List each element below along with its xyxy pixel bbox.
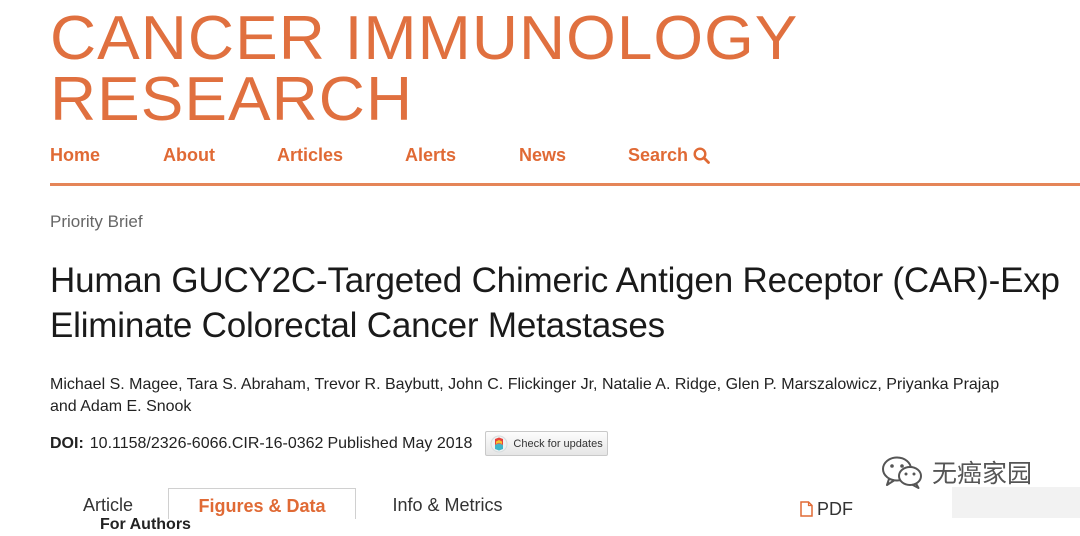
search-icon [693, 146, 710, 164]
published-date: Published May 2018 [327, 434, 473, 452]
article-title-line-2: Eliminate Colorectal Cancer Metastases [50, 306, 665, 345]
journal-logo[interactable]: CANCER IMMUNOLOGY RESEARCH [50, 4, 799, 134]
nav-search[interactable]: Search [628, 145, 710, 166]
logo-line-2: RESEARCH [50, 65, 414, 134]
doi-label: DOI: [50, 434, 84, 452]
author-list: Michael S. Magee, Tara S. Abraham, Trevo… [50, 374, 999, 418]
check-for-updates-button[interactable]: Check for updates [485, 431, 608, 456]
corner-overlay [952, 487, 1080, 518]
nav-search-label: Search [628, 144, 689, 165]
nav-articles[interactable]: Articles [277, 145, 405, 166]
watermark-text: 无癌家园 [932, 460, 1033, 488]
nav-alerts[interactable]: Alerts [405, 145, 519, 166]
article-tabs: Article Figures & Data Info & Metrics PD… [50, 488, 1080, 519]
watermark: 无癌家园 [880, 454, 1032, 490]
article-type: Priority Brief [50, 212, 143, 231]
wechat-icon [880, 454, 924, 490]
nav-news[interactable]: News [519, 145, 628, 166]
nav-home[interactable]: Home [50, 145, 163, 166]
crossmark-icon [490, 435, 508, 453]
tab-pdf[interactable]: PDF [800, 488, 860, 524]
nav-about[interactable]: About [163, 145, 277, 166]
tab-info-metrics[interactable]: Info & Metrics [370, 488, 525, 518]
logo-line-1: CANCER IMMUNOLOGY [50, 4, 799, 73]
tab-figures-data[interactable]: Figures & Data [168, 488, 356, 519]
main-nav: Home About Articles For Authors Alerts N… [50, 140, 710, 533]
authors-line-1[interactable]: Michael S. Magee, Tara S. Abraham, Trevo… [50, 374, 999, 396]
nav-divider [50, 183, 1080, 186]
doi-row: DOI: 10.1158/2326-6066.CIR-16-0362 Publi… [50, 431, 608, 456]
article-title-line-1: Human GUCY2C-Targeted Chimeric Antigen R… [50, 261, 1060, 300]
article-title: Human GUCY2C-Targeted Chimeric Antigen R… [50, 258, 1060, 348]
tab-article[interactable]: Article [50, 488, 166, 518]
authors-line-2[interactable]: and Adam E. Snook [50, 396, 999, 418]
tab-pdf-label: PDF [817, 498, 853, 519]
pdf-file-icon [800, 501, 813, 517]
doi-value[interactable]: 10.1158/2326-6066.CIR-16-0362 [90, 435, 324, 453]
check-for-updates-label: Check for updates [513, 437, 603, 450]
